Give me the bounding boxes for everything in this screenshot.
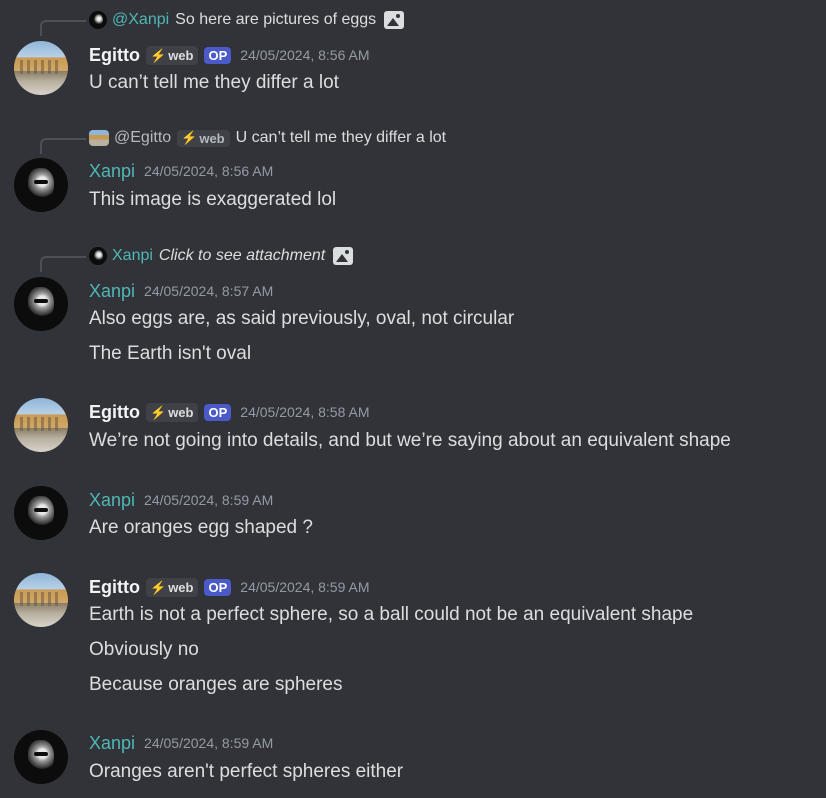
timestamp[interactable]: 24/05/2024, 8:59 AM	[240, 579, 369, 595]
reply-preview[interactable]: @Egitto ⚡ web U can’t tell me they differ…	[89, 127, 446, 149]
message-header: Xanpi 24/05/2024, 8:59 AM	[89, 488, 273, 512]
message-header: Xanpi 24/05/2024, 8:57 AM	[89, 279, 273, 303]
reply-avatar	[89, 11, 107, 29]
reply-author[interactable]: @Xanpi	[112, 11, 169, 29]
bolt-icon: ⚡	[181, 130, 198, 145]
message-header: Egitto ⚡ web OP 24/05/2024, 8:59 AM	[89, 575, 370, 599]
avatar[interactable]	[14, 398, 68, 452]
reply-text[interactable]: Click to see attachment	[159, 247, 325, 265]
reply-author[interactable]: @Egitto	[114, 129, 171, 147]
image-icon	[333, 247, 354, 265]
reply-connector	[40, 20, 86, 36]
reply-preview[interactable]: @Xanpi So here are pictures of eggs	[89, 9, 405, 31]
reply-connector	[40, 256, 86, 272]
timestamp[interactable]: 24/05/2024, 8:56 AM	[240, 47, 369, 63]
avatar[interactable]	[14, 486, 68, 540]
image-icon	[384, 11, 405, 29]
message-text: Oranges aren't perfect spheres either	[89, 761, 404, 782]
username[interactable]: Egitto	[89, 45, 140, 66]
username[interactable]: Xanpi	[89, 161, 135, 182]
message-text: Because oranges are spheres	[89, 674, 343, 695]
reply-text[interactable]: So here are pictures of eggs	[175, 11, 376, 29]
username[interactable]: Xanpi	[89, 733, 135, 754]
bolt-icon: ⚡	[150, 579, 167, 595]
message-text: Obviously no	[89, 639, 199, 660]
avatar[interactable]	[14, 41, 68, 95]
message-header: Egitto ⚡ web OP 24/05/2024, 8:58 AM	[89, 400, 370, 424]
timestamp[interactable]: 24/05/2024, 8:58 AM	[240, 404, 369, 420]
reply-author[interactable]: Xanpi	[112, 247, 153, 265]
message-header: Egitto ⚡ web OP 24/05/2024, 8:56 AM	[89, 43, 370, 67]
reply-text[interactable]: U can’t tell me they differ a lot	[236, 129, 446, 147]
message-text: The Earth isn't oval	[89, 343, 252, 364]
timestamp[interactable]: 24/05/2024, 8:57 AM	[144, 283, 273, 299]
reply-preview[interactable]: Xanpi Click to see attachment	[89, 245, 354, 267]
avatar[interactable]	[14, 730, 68, 784]
web-badge: ⚡ web	[146, 577, 199, 597]
message-text: We’re not going into details, and but we…	[89, 430, 731, 451]
op-badge: OP	[204, 46, 232, 64]
reply-connector	[40, 138, 86, 154]
message-text: Are oranges egg shaped ?	[89, 517, 313, 538]
avatar[interactable]	[14, 277, 68, 331]
reply-avatar	[89, 130, 109, 146]
web-badge: ⚡ web	[146, 45, 199, 65]
timestamp[interactable]: 24/05/2024, 8:59 AM	[144, 492, 273, 508]
message-text: Earth is not a perfect sphere, so a ball…	[89, 604, 694, 625]
username[interactable]: Egitto	[89, 577, 140, 598]
message-header: Xanpi 24/05/2024, 8:56 AM	[89, 159, 273, 183]
username[interactable]: Egitto	[89, 402, 140, 423]
web-badge: ⚡ web	[146, 402, 199, 422]
op-badge: OP	[204, 403, 232, 421]
message-text: Also eggs are, as said previously, oval,…	[89, 308, 515, 329]
avatar[interactable]	[14, 573, 68, 627]
message-text: U can’t tell me they differ a lot	[89, 72, 339, 93]
username[interactable]: Xanpi	[89, 490, 135, 511]
message-text: This image is exaggerated lol	[89, 189, 337, 210]
username[interactable]: Xanpi	[89, 281, 135, 302]
web-badge: ⚡ web	[177, 129, 230, 147]
avatar[interactable]	[14, 158, 68, 212]
op-badge: OP	[204, 578, 232, 596]
message-header: Xanpi 24/05/2024, 8:59 AM	[89, 731, 273, 755]
bolt-icon: ⚡	[150, 404, 167, 420]
timestamp[interactable]: 24/05/2024, 8:56 AM	[144, 163, 273, 179]
bolt-icon: ⚡	[150, 47, 167, 63]
timestamp[interactable]: 24/05/2024, 8:59 AM	[144, 735, 273, 751]
reply-avatar	[89, 247, 107, 265]
